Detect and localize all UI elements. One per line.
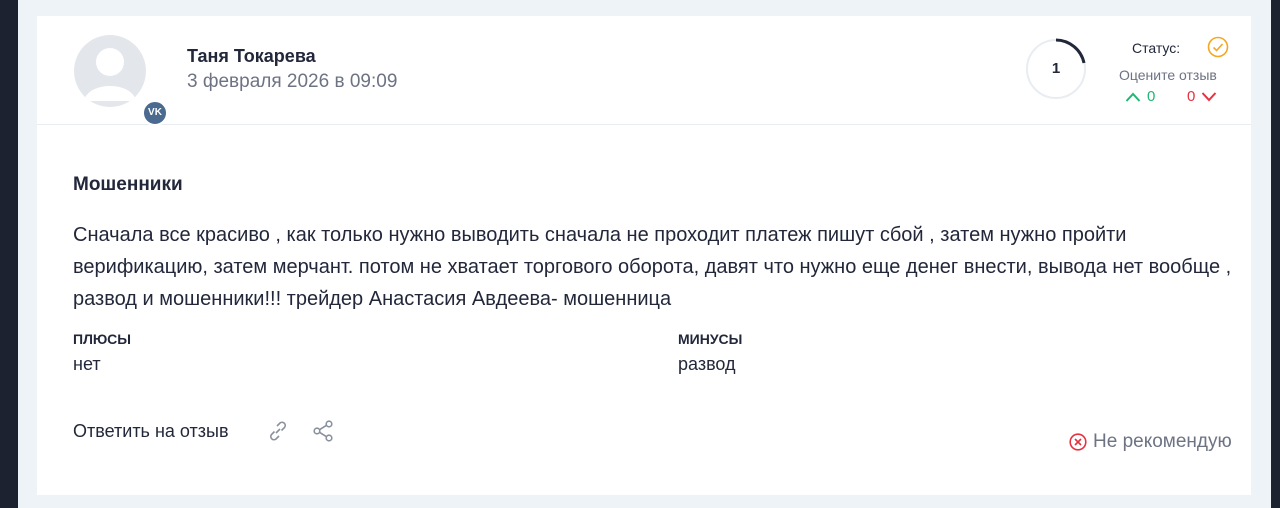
vk-icon: VK [142,100,168,126]
link-icon[interactable] [266,419,290,443]
not-recommend-label: Не рекомендую [1093,431,1232,452]
reply-button[interactable]: Ответить на отзыв [73,421,229,442]
vote-down-button[interactable]: 0 [1187,88,1217,105]
status-label: Статус: [1132,40,1181,56]
cons-label: МИНУСЫ [678,331,743,347]
cons-value: развод [678,354,736,374]
status-check-icon [1207,36,1229,58]
rating-value: 1 [1051,60,1061,77]
pros-label: ПЛЮСЫ [73,331,131,347]
votes-up-count: 0 [1147,88,1156,105]
close-circle-icon [1069,433,1087,451]
author-name[interactable]: Таня Токарева [187,46,316,67]
review-text: Сначала все красиво , как только нужно в… [73,224,1232,310]
pros-value: нет [73,354,101,374]
share-icon[interactable] [311,419,335,443]
user-placeholder-icon [84,48,136,101]
vote-up-button[interactable]: 0 [1125,88,1155,105]
review-date: 3 февраля 2026 в 09:09 [187,71,398,92]
page-background: VK Таня Токарева 3 февраля 2026 в 09:09 … [18,0,1271,508]
review-title: Мошенники [73,174,183,195]
rate-review-label: Оцените отзыв [1119,67,1217,83]
review-header: VK Таня Токарева 3 февраля 2026 в 09:09 … [37,16,1251,126]
votes-down-count: 0 [1187,88,1196,105]
chevron-up-icon [1125,92,1141,102]
chevron-down-icon [1202,91,1217,101]
review-card: VK Таня Токарева 3 февраля 2026 в 09:09 … [37,16,1251,495]
avatar[interactable] [74,35,146,107]
not-recommend-badge: Не рекомендую [1069,431,1232,453]
